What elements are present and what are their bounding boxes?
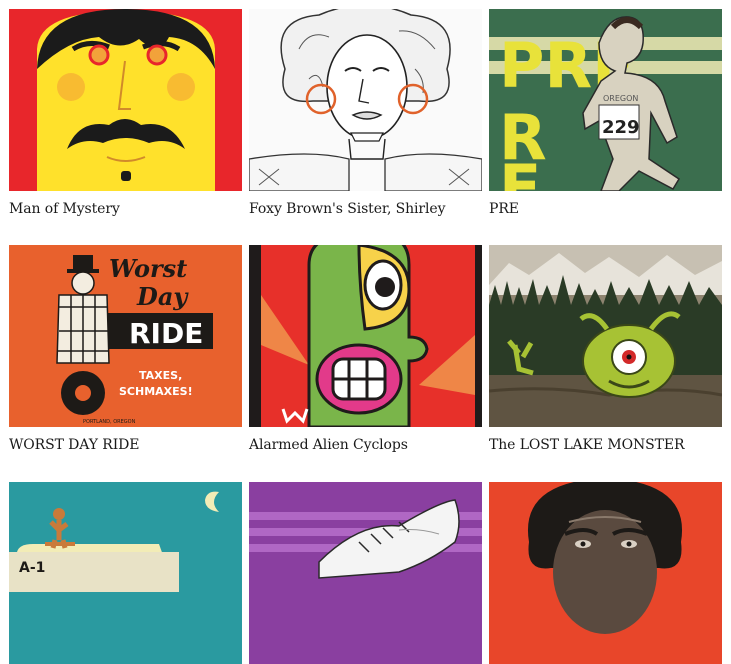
card-thumbnail[interactable] xyxy=(489,245,722,427)
card-thumbnail[interactable] xyxy=(9,9,242,191)
svg-text:Worst: Worst xyxy=(109,254,187,283)
lake-monster-illustration xyxy=(489,245,722,427)
card-title[interactable]: Alarmed Alien Cyclops xyxy=(249,437,408,453)
svg-text:PORTLAND, OREGON: PORTLAND, OREGON xyxy=(83,419,136,425)
svg-text:E: E xyxy=(499,151,541,191)
afro-woman-sketch-illustration xyxy=(249,9,482,191)
svg-text:229: 229 xyxy=(602,117,640,138)
card-thumbnail[interactable] xyxy=(249,9,482,191)
svg-text:TAXES,: TAXES, xyxy=(139,369,182,382)
card-thumbnail[interactable]: Worst Day RIDE TAXES, SCHMAXES! PORTLAND… xyxy=(9,245,242,427)
afro-man-portrait-illustration xyxy=(489,482,722,664)
card-thumbnail[interactable]: PRE R E 229 OREGON xyxy=(489,9,722,191)
svg-text:A-1: A-1 xyxy=(19,560,45,576)
svg-text:RIDE: RIDE xyxy=(129,317,203,350)
svg-text:SCHMAXES!: SCHMAXES! xyxy=(119,385,193,398)
card-thumbnail[interactable] xyxy=(249,482,482,664)
runner-poster-illustration: PRE R E 229 OREGON xyxy=(489,9,722,191)
card-title[interactable]: PRE xyxy=(489,201,519,217)
mustached-face-illustration xyxy=(9,9,242,191)
card-title[interactable]: WORST DAY RIDE xyxy=(9,437,139,453)
card-thumbnail[interactable] xyxy=(249,245,482,427)
card-thumbnail[interactable]: A-1 xyxy=(9,482,242,664)
svg-text:OREGON: OREGON xyxy=(603,94,638,103)
svg-text:Day: Day xyxy=(136,282,189,311)
card-title[interactable]: Man of Mystery xyxy=(9,201,120,217)
alien-cyclops-illustration xyxy=(249,245,482,427)
sneaker-illustration xyxy=(249,482,482,664)
worst-day-ride-illustration: Worst Day RIDE TAXES, SCHMAXES! PORTLAND… xyxy=(9,245,242,427)
van-night-illustration: A-1 xyxy=(9,482,242,664)
card-thumbnail[interactable] xyxy=(489,482,722,664)
card-title[interactable]: The LOST LAKE MONSTER xyxy=(489,437,685,453)
card-title[interactable]: Foxy Brown's Sister, Shirley xyxy=(249,201,446,217)
